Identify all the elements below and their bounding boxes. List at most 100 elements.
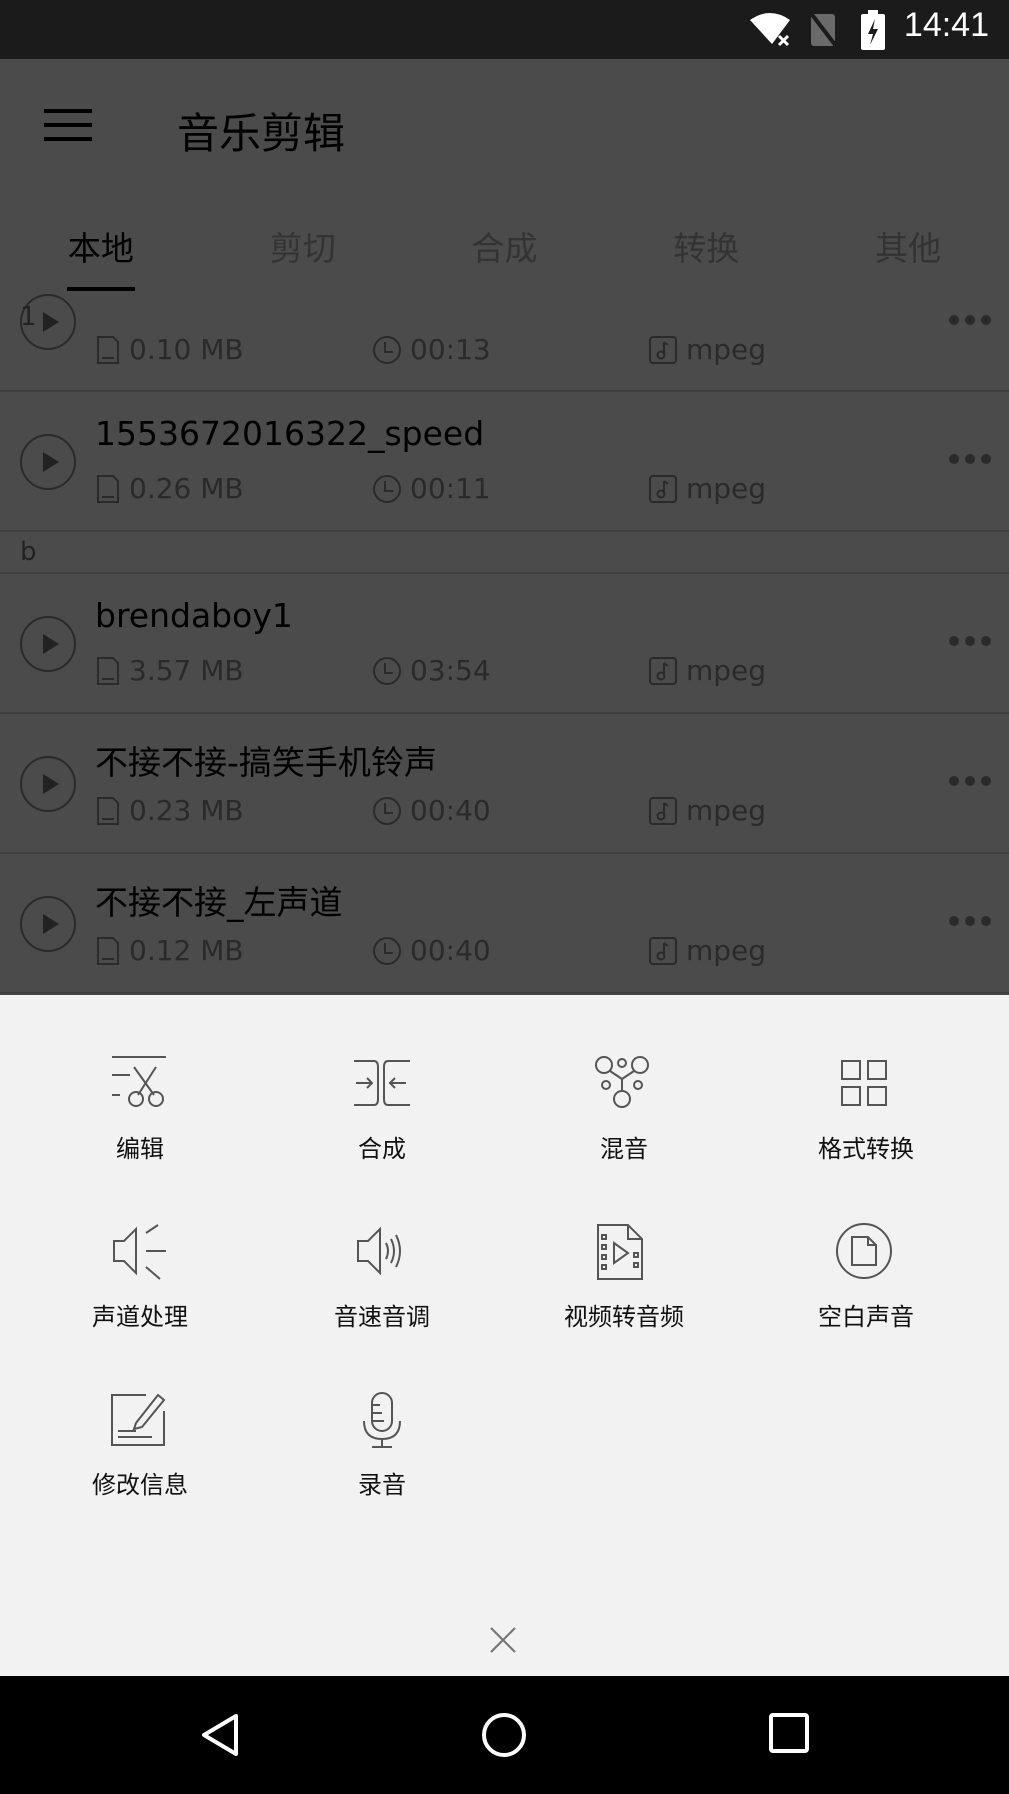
action-label: 音速音调 <box>334 1303 430 1331</box>
section-header: b <box>0 532 1009 574</box>
file-name: 1553672016322_speed <box>95 414 485 453</box>
format-text: mpeg <box>686 472 767 505</box>
video-file-icon <box>597 1224 643 1280</box>
file-duration: 00:40 <box>372 794 491 827</box>
blank-file-icon <box>836 1223 892 1279</box>
tab-label: 剪切 <box>269 229 336 268</box>
file-size: 0.26 MB <box>95 472 244 505</box>
action-speaker-volume[interactable]: 音速音调 <box>261 1223 503 1343</box>
action-scissors[interactable]: 编辑 <box>19 1055 261 1175</box>
home-icon[interactable] <box>481 1712 527 1758</box>
action-edit-info[interactable]: 修改信息 <box>19 1391 261 1511</box>
grid-icon <box>841 1060 887 1106</box>
list-item[interactable]: 1553672016322_speed 0.26 MB 00:11 mpeg <box>0 392 1009 532</box>
music-file-icon <box>649 335 677 364</box>
file-format: mpeg <box>648 654 766 687</box>
music-file-icon <box>649 474 677 503</box>
play-button[interactable] <box>20 434 76 490</box>
file-size: 0.12 MB <box>95 934 244 967</box>
action-video-file[interactable]: 视频转音频 <box>503 1223 745 1343</box>
play-button[interactable] <box>20 756 76 812</box>
more-icon[interactable] <box>949 454 991 464</box>
list-item[interactable]: 不接不接_左声道 0.12 MB 00:40 mpeg <box>0 854 1009 994</box>
action-merge[interactable]: 合成 <box>261 1055 503 1175</box>
battery-charging-icon <box>861 10 885 50</box>
more-icon[interactable] <box>949 776 991 786</box>
list-item[interactable]: 不接不接-搞笑手机铃声 0.23 MB 00:40 mpeg <box>0 714 1009 854</box>
edit-info-icon <box>111 1393 166 1446</box>
action-label: 合成 <box>358 1135 406 1163</box>
scissors-icon <box>112 1056 166 1107</box>
no-sim-icon <box>808 10 838 48</box>
tab-bar: 本地 剪切 合成 转换 其他 <box>0 199 1009 297</box>
close-icon[interactable] <box>488 1625 518 1655</box>
music-file-icon <box>649 936 677 965</box>
file-size-text: 0.23 MB <box>129 794 244 827</box>
action-label: 编辑 <box>116 1135 164 1163</box>
format-text: mpeg <box>686 794 767 827</box>
menu-icon[interactable] <box>44 109 92 145</box>
duration-text: 00:11 <box>410 472 491 505</box>
file-duration: 00:40 <box>372 934 491 967</box>
tab-cut[interactable]: 剪切 <box>202 199 404 297</box>
action-label: 声道处理 <box>92 1303 188 1331</box>
file-size-icon <box>97 335 119 364</box>
tab-other[interactable]: 其他 <box>807 199 1009 297</box>
file-size-icon <box>97 936 119 965</box>
format-text: mpeg <box>686 934 767 967</box>
tab-label: 合成 <box>471 229 538 268</box>
duration-text: 00:40 <box>410 934 491 967</box>
play-button[interactable] <box>20 896 76 952</box>
file-duration: 03:54 <box>372 654 491 687</box>
recents-icon[interactable] <box>768 1712 810 1754</box>
file-name: 不接不接_左声道 <box>95 883 343 922</box>
file-size-text: 3.57 MB <box>129 654 244 687</box>
section-header: 1 <box>20 302 37 332</box>
tab-label: 转换 <box>673 229 740 268</box>
more-icon[interactable] <box>949 916 991 926</box>
microphone-icon <box>363 1392 401 1448</box>
file-size-icon <box>97 796 119 825</box>
action-label: 混音 <box>600 1135 648 1163</box>
tab-merge[interactable]: 合成 <box>404 199 606 297</box>
action-mix[interactable]: 混音 <box>503 1055 745 1175</box>
action-blank-file[interactable]: 空白声音 <box>745 1223 987 1343</box>
clock-icon <box>373 474 401 503</box>
clock-icon <box>373 936 401 965</box>
tab-indicator <box>67 287 135 291</box>
merge-icon <box>354 1060 410 1106</box>
clock-icon <box>373 656 401 685</box>
tab-convert[interactable]: 转换 <box>605 199 807 297</box>
duration-text: 03:54 <box>410 654 491 687</box>
file-size-icon <box>97 474 119 503</box>
duration-text: 00:40 <box>410 794 491 827</box>
tab-label: 其他 <box>875 229 942 268</box>
back-icon[interactable] <box>198 1712 242 1758</box>
file-list[interactable]: 1 0.10 MB 00:13 mpeg 1553672016322_speed… <box>0 294 1009 994</box>
action-label: 格式转换 <box>818 1135 914 1163</box>
music-file-icon <box>649 656 677 685</box>
main-screen: 音乐剪辑 本地 剪切 合成 转换 其他 1 0.10 MB 00:13 mpeg… <box>0 59 1009 995</box>
nav-bar <box>0 1676 1009 1794</box>
tab-local[interactable]: 本地 <box>0 199 202 297</box>
play-button[interactable] <box>20 616 76 672</box>
action-label: 录音 <box>358 1471 406 1499</box>
speaker-channel-icon <box>113 1224 166 1280</box>
action-microphone[interactable]: 录音 <box>261 1391 503 1511</box>
action-grid[interactable]: 格式转换 <box>745 1055 987 1175</box>
tab-label: 本地 <box>67 229 134 268</box>
file-format: mpeg <box>648 794 766 827</box>
action-grid: 编辑 合成 混音 格式转换 声道处理 音速音调 视频转音频 空白声音 修改信息 … <box>0 1055 1009 1511</box>
file-duration: 00:11 <box>372 472 491 505</box>
speaker-volume-icon <box>357 1226 401 1276</box>
clock-icon <box>373 335 401 364</box>
mix-icon <box>595 1056 649 1108</box>
file-size-text: 0.12 MB <box>129 934 244 967</box>
list-item[interactable]: brendaboy1 3.57 MB 03:54 mpeg <box>0 574 1009 714</box>
action-label: 空白声音 <box>818 1303 914 1331</box>
file-size-icon <box>97 656 119 685</box>
status-bar: 14:41 <box>0 0 1009 59</box>
wifi-off-icon <box>750 13 790 47</box>
more-icon[interactable] <box>949 636 991 646</box>
action-speaker-channel[interactable]: 声道处理 <box>19 1223 261 1343</box>
